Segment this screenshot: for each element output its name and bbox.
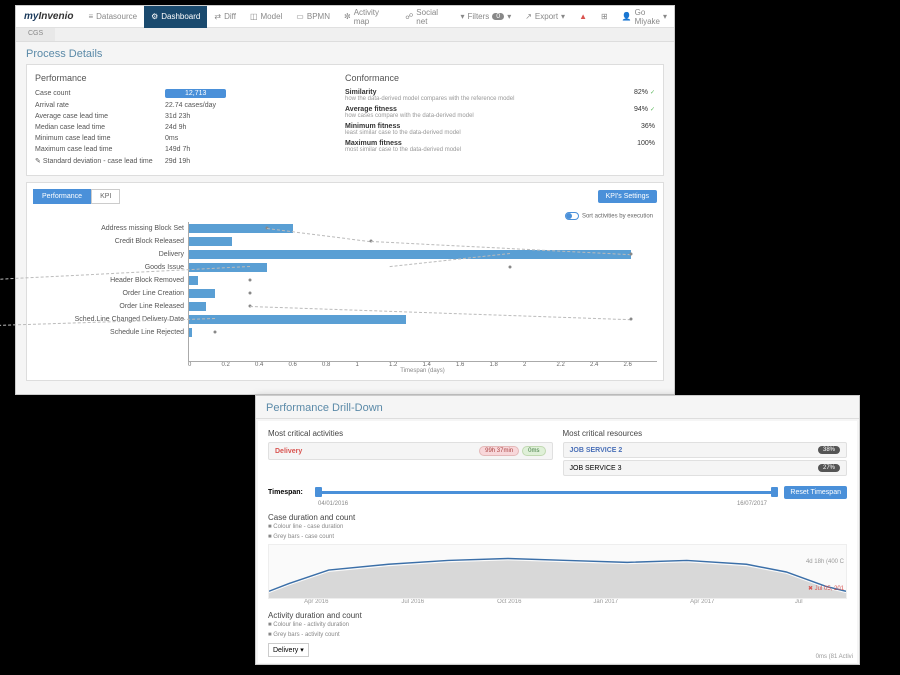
performance-title: Performance <box>35 73 345 83</box>
critical-activity-item[interactable]: Delivery 99h 37min 0ms <box>268 442 553 460</box>
critical-activities: Most critical activities Delivery 99h 37… <box>268 429 553 478</box>
database-icon: ≡ <box>88 12 93 21</box>
pct-pill: 27% <box>818 464 840 472</box>
bar-label: Credit Block Released <box>33 235 188 248</box>
nav-datasource[interactable]: ≡Datasource <box>81 6 144 28</box>
tab-performance[interactable]: Performance <box>33 189 91 204</box>
bar <box>189 237 232 246</box>
legend-act-line: Colour line - activity duration <box>268 620 847 630</box>
critical-resource-item[interactable]: JOB SERVICE 3 27% <box>563 460 848 476</box>
tooltip-icon: ✖ Jul 05, 201 <box>808 585 844 592</box>
tab-kpi[interactable]: KPI <box>91 189 120 204</box>
marker-dot <box>248 279 251 282</box>
nav-model[interactable]: ◫Model <box>243 6 289 28</box>
filter-icon: ▾ <box>461 12 465 21</box>
timespan-bar-chart: Address missing Block SetCredit Block Re… <box>33 222 657 362</box>
filters-button[interactable]: ▾Filters 0 ▾ <box>454 6 519 28</box>
legend-case-line: Colour line - case duration <box>268 522 847 532</box>
export-button[interactable]: ↗Export ▾ <box>518 6 572 28</box>
bar <box>189 315 406 324</box>
timespan-row: Timespan: Reset Timespan <box>268 486 847 499</box>
model-icon: ◫ <box>250 12 258 21</box>
marker-dot <box>214 331 217 334</box>
export-icon: ↗ <box>525 12 532 21</box>
case-count-bar: 12,713 <box>165 89 226 98</box>
marker-dot <box>248 292 251 295</box>
nav-social-net[interactable]: ☍Social net <box>398 6 453 28</box>
critical-resources: Most critical resources JOB SERVICE 2 38… <box>563 429 848 478</box>
chevron-down-icon: ▾ <box>300 647 304 654</box>
reset-timespan-button[interactable]: Reset Timespan <box>784 486 847 499</box>
section-title: Process Details <box>16 42 674 64</box>
dashboard-icon: ⚙ <box>151 12 158 21</box>
case-chart-xticks: Apr 2016Jul 2016Oct 2016Jan 2017Apr 2017… <box>268 599 847 605</box>
chart-panel: Performance KPI KPI's Settings Sort acti… <box>26 182 664 381</box>
dashboard-window: myInvenio ≡Datasource ⚙Dashboard ⇄Diff ◫… <box>15 5 675 395</box>
marker-dot <box>630 318 633 321</box>
bar-label: Schedule Line Rejected <box>33 326 188 339</box>
bar <box>189 328 192 337</box>
metric-case-count: Case count 12,713 <box>35 87 345 100</box>
logo: myInvenio <box>16 11 81 22</box>
sort-toggle[interactable] <box>565 212 579 220</box>
activity-selector[interactable]: Delivery ▾ <box>268 643 309 657</box>
edit-icon[interactable]: ✎ <box>35 157 41 165</box>
bar <box>189 302 206 311</box>
user-menu[interactable]: 👤Go Miyake ▾ <box>615 6 674 28</box>
conformance-column: Conformance Similarityhow the data-deriv… <box>345 73 655 167</box>
duration-pill: 99h 37min <box>479 446 519 456</box>
bar-label: Address missing Block Set <box>33 222 188 235</box>
social-icon: ☍ <box>405 12 413 21</box>
case-duration-chart: 4d 18h (400 C ✖ Jul 05, 201 <box>268 544 847 599</box>
apps-icon[interactable]: ⊞ <box>594 6 615 28</box>
subtab-cgs[interactable]: CGS <box>16 28 55 41</box>
chart-x-label: Timespan (days) <box>33 368 657 374</box>
legend-case-bars: Grey bars - case count <box>268 532 847 542</box>
timespan-slider[interactable] <box>315 491 779 494</box>
activity-duration-title: Activity duration and count <box>268 611 847 620</box>
activity-icon: ✼ <box>344 12 351 21</box>
case-duration-title: Case duration and count <box>268 513 847 522</box>
drill-title: Performance Drill-Down <box>256 396 859 419</box>
nav-activity-map[interactable]: ✼Activity map <box>337 6 398 28</box>
kpi-settings-button[interactable]: KPI's Settings <box>598 190 657 203</box>
top-nav: myInvenio ≡Datasource ⚙Dashboard ⇄Diff ◫… <box>16 6 674 28</box>
performance-column: Performance Case count 12,713 Arrival ra… <box>35 73 345 167</box>
slider-handle-end[interactable] <box>771 487 778 497</box>
process-details-panel: Performance Case count 12,713 Arrival ra… <box>26 64 664 176</box>
legend-act-bars: Grey bars - activity count <box>268 630 847 640</box>
sort-toggle-row: Sort activities by execution <box>33 210 657 222</box>
check-icon: ✓ <box>650 89 655 96</box>
bar-label: Order Line Creation <box>33 287 188 300</box>
check-icon: ✓ <box>650 106 655 113</box>
marker-dot <box>508 266 511 269</box>
nav-bpmn[interactable]: ▭BPMN <box>289 6 337 28</box>
bar <box>189 289 215 298</box>
nav-dashboard[interactable]: ⚙Dashboard <box>144 6 207 28</box>
bar-label: Order Line Released <box>33 300 188 313</box>
nav-diff[interactable]: ⇄Diff <box>207 6 243 28</box>
drill-down-window: Performance Drill-Down Most critical act… <box>255 395 860 665</box>
sub-nav: CGS <box>16 28 674 42</box>
user-icon: 👤 <box>622 12 632 21</box>
bar <box>189 276 198 285</box>
critical-resource-item[interactable]: JOB SERVICE 2 38% <box>563 442 848 458</box>
min-pill: 0ms <box>522 446 545 456</box>
bar-label: Delivery <box>33 248 188 261</box>
filter-count-badge: 0 <box>492 13 504 20</box>
conformance-title: Conformance <box>345 73 655 83</box>
notifications-icon[interactable]: ▲ <box>572 6 594 28</box>
pct-pill: 38% <box>818 446 840 454</box>
marker-dot <box>630 253 633 256</box>
bpmn-icon: ▭ <box>296 12 304 21</box>
diff-icon: ⇄ <box>214 12 221 21</box>
slider-handle-start[interactable] <box>315 487 322 497</box>
